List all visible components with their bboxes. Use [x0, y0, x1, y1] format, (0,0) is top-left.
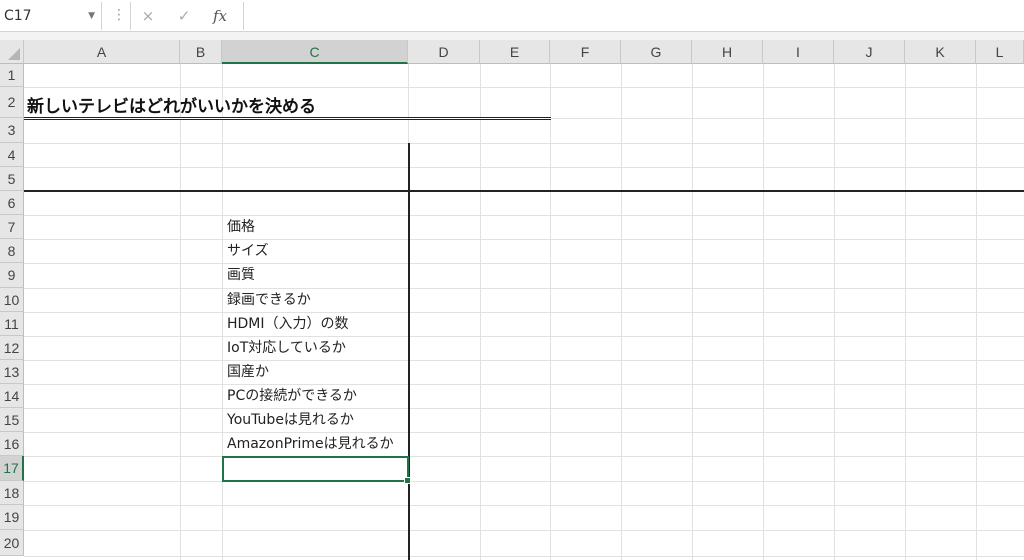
column-header-g[interactable]: G: [621, 40, 692, 64]
select-all-button[interactable]: [0, 40, 24, 64]
grid-row-line: [24, 530, 1024, 531]
row-header-15[interactable]: 15: [0, 408, 24, 432]
grid-row-line: [24, 505, 1024, 506]
formula-input[interactable]: [243, 2, 1024, 30]
column-header-f[interactable]: F: [550, 40, 621, 64]
row-header-13[interactable]: 13: [0, 360, 24, 384]
criteria-cell-c15[interactable]: YouTubeは見れるか: [227, 408, 354, 432]
criteria-cell-c7[interactable]: 価格: [227, 215, 255, 239]
row-header-1[interactable]: 1: [0, 64, 24, 87]
grid-row-line: [24, 456, 1024, 457]
active-cell-c17[interactable]: [222, 456, 411, 484]
row-header-16[interactable]: 16: [0, 432, 24, 456]
grid-row-line: [24, 239, 1024, 240]
column-header-j[interactable]: J: [834, 40, 905, 64]
enter-icon[interactable]: ✓: [174, 6, 194, 26]
column-header-l[interactable]: L: [976, 40, 1024, 64]
row-header-3[interactable]: 3: [0, 118, 24, 143]
column-header-c[interactable]: C: [222, 40, 408, 64]
row-header-19[interactable]: 19: [0, 505, 24, 530]
grid-row-line: [24, 143, 1024, 144]
column-header-k[interactable]: K: [905, 40, 976, 64]
row-header-4[interactable]: 4: [0, 143, 24, 167]
sheet-title[interactable]: 新しいテレビはどれがいいかを決める: [27, 92, 316, 117]
chevron-down-icon[interactable]: ▼: [88, 2, 95, 30]
row-header-14[interactable]: 14: [0, 384, 24, 408]
name-box[interactable]: C17 ▼: [0, 2, 102, 30]
row-header-8[interactable]: 8: [0, 239, 24, 263]
column-header-a[interactable]: A: [24, 40, 180, 64]
name-box-value: C17: [4, 8, 32, 24]
vertical-border-line: [408, 143, 410, 560]
row-header-7[interactable]: 7: [0, 215, 24, 239]
grid-row-line: [24, 215, 1024, 216]
grid-row-line: [24, 167, 1024, 168]
row-header-12[interactable]: 12: [0, 336, 24, 360]
column-header-i[interactable]: I: [763, 40, 834, 64]
row-header-9[interactable]: 9: [0, 263, 24, 288]
insert-function-icon[interactable]: fx: [210, 6, 230, 26]
grid-row-line: [24, 556, 1024, 557]
criteria-cell-c12[interactable]: IoT対応しているか: [227, 336, 346, 360]
more-options-icon[interactable]: ⋮: [112, 8, 126, 22]
row-header-10[interactable]: 10: [0, 288, 24, 312]
column-header-e[interactable]: E: [480, 40, 550, 64]
divider: [130, 2, 131, 30]
grid-row-line: [24, 263, 1024, 264]
criteria-cell-c11[interactable]: HDMI（入力）の数: [227, 312, 349, 336]
row-header-6[interactable]: 6: [0, 191, 24, 215]
cancel-icon[interactable]: ×: [138, 6, 158, 26]
horizontal-border-line: [24, 190, 1024, 192]
criteria-cell-c10[interactable]: 録画できるか: [227, 288, 311, 312]
grid-row-line: [24, 432, 1024, 433]
grid-row-line: [24, 288, 1024, 289]
criteria-cell-c8[interactable]: サイズ: [227, 239, 269, 263]
row-header-17[interactable]: 17: [0, 456, 24, 481]
grid-row-line: [24, 481, 1024, 482]
criteria-cell-c16[interactable]: AmazonPrimeは見れるか: [227, 432, 394, 456]
row-header-18[interactable]: 18: [0, 481, 24, 505]
grid-row-line: [24, 384, 1024, 385]
row-header-2[interactable]: 2: [0, 87, 24, 118]
formula-bar: C17 ▼ ⋮ × ✓ fx: [0, 0, 1024, 32]
title-double-underline: [24, 117, 551, 120]
column-header-d[interactable]: D: [408, 40, 480, 64]
row-header-20[interactable]: 20: [0, 530, 24, 556]
row-header-11[interactable]: 11: [0, 312, 24, 336]
grid-row-line: [24, 87, 1024, 88]
criteria-cell-c13[interactable]: 国産か: [227, 360, 269, 384]
criteria-cell-c9[interactable]: 画質: [227, 263, 255, 288]
column-header-h[interactable]: H: [692, 40, 763, 64]
row-header-5[interactable]: 5: [0, 167, 24, 191]
grid-row-line: [24, 408, 1024, 409]
criteria-cell-c14[interactable]: PCの接続ができるか: [227, 384, 357, 408]
column-header-b[interactable]: B: [180, 40, 222, 64]
grid-row-line: [24, 312, 1024, 313]
grid-row-line: [24, 360, 1024, 361]
grid-row-line: [24, 336, 1024, 337]
toolbar-gap: [0, 32, 1024, 40]
